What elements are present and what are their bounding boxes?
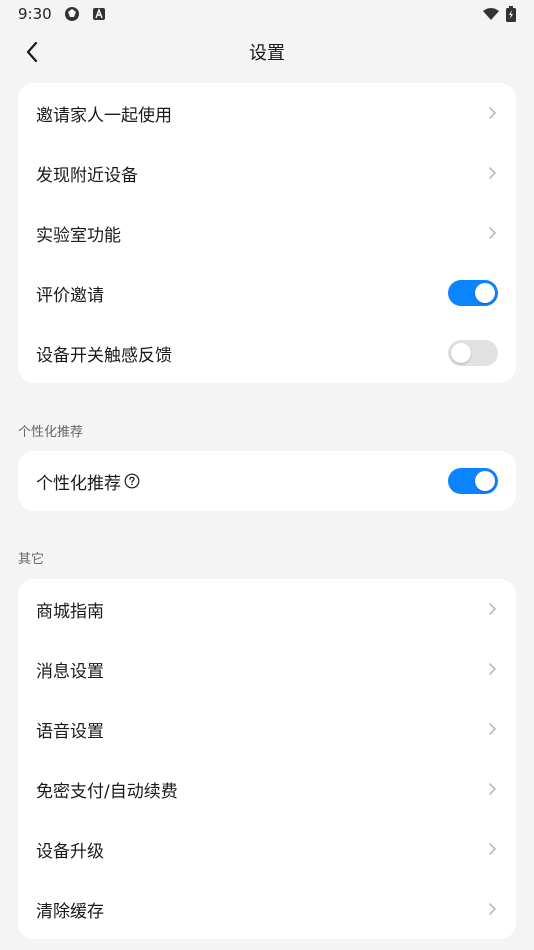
row-label: 消息设置 xyxy=(36,661,104,682)
settings-card-personalized: 个性化推荐 xyxy=(18,451,516,511)
help-icon[interactable] xyxy=(124,473,140,489)
personalized-recommend-row: 个性化推荐 xyxy=(18,451,516,511)
password-free-payment-row[interactable]: 免密支付/自动续费 xyxy=(18,759,516,819)
row-label-text: 个性化推荐 xyxy=(36,473,121,494)
toggle-knob xyxy=(475,471,495,491)
status-bar: 9:30 xyxy=(0,0,534,28)
clear-cache-row[interactable]: 清除缓存 xyxy=(18,879,516,939)
chevron-right-icon xyxy=(489,663,497,675)
vpn-icon xyxy=(64,7,79,21)
chevron-right-icon xyxy=(489,723,497,735)
row-label: 设备升级 xyxy=(36,841,104,862)
voice-settings-row[interactable]: 语音设置 xyxy=(18,699,516,759)
row-label: 设备开关触感反馈 xyxy=(36,345,172,366)
mall-guide-row[interactable]: 商城指南 xyxy=(18,579,516,639)
app-bar: 设置 xyxy=(0,28,534,76)
row-label: 免密支付/自动续费 xyxy=(36,781,178,802)
row-label: 个性化推荐 xyxy=(36,469,140,494)
discover-devices-row[interactable]: 发现附近设备 xyxy=(18,143,516,203)
personalized-recommend-toggle[interactable] xyxy=(448,468,498,494)
row-label: 邀请家人一起使用 xyxy=(36,105,172,126)
page-title: 设置 xyxy=(249,43,285,64)
chevron-right-icon xyxy=(489,227,497,239)
chevron-right-icon xyxy=(489,783,497,795)
chevron-right-icon xyxy=(489,843,497,855)
section-header-other: 其它 xyxy=(18,552,45,567)
haptic-feedback-toggle[interactable] xyxy=(448,340,498,366)
settings-card-other: 商城指南 消息设置 语音设置 免密支付/自动续费 设备升级 清除缓存 xyxy=(18,579,516,939)
wifi-icon xyxy=(483,8,499,20)
back-button[interactable] xyxy=(18,38,46,66)
chevron-left-icon xyxy=(26,41,38,63)
row-label: 商城指南 xyxy=(36,601,104,622)
row-label: 发现附近设备 xyxy=(36,165,138,186)
chevron-right-icon xyxy=(489,603,497,615)
battery-icon xyxy=(506,6,516,22)
message-settings-row[interactable]: 消息设置 xyxy=(18,639,516,699)
invite-family-row[interactable]: 邀请家人一起使用 xyxy=(18,83,516,143)
row-label: 评价邀请 xyxy=(36,285,104,306)
rating-invite-toggle[interactable] xyxy=(448,280,498,306)
toggle-knob xyxy=(451,343,471,363)
device-upgrade-row[interactable]: 设备升级 xyxy=(18,819,516,879)
chevron-right-icon xyxy=(489,167,497,179)
status-time: 9:30 xyxy=(18,5,52,23)
lab-features-row[interactable]: 实验室功能 xyxy=(18,203,516,263)
chevron-right-icon xyxy=(489,107,497,119)
toggle-knob xyxy=(475,283,495,303)
row-label: 语音设置 xyxy=(36,721,104,742)
chevron-right-icon xyxy=(489,903,497,915)
settings-card-main: 邀请家人一起使用 发现附近设备 实验室功能 评价邀请 设备开关触感反馈 xyxy=(18,83,516,383)
haptic-feedback-row: 设备开关触感反馈 xyxy=(18,323,516,383)
rating-invite-row: 评价邀请 xyxy=(18,263,516,323)
section-header-personalized: 个性化推荐 xyxy=(18,425,84,440)
row-label: 清除缓存 xyxy=(36,901,104,922)
row-label: 实验室功能 xyxy=(36,225,121,246)
notification-a-icon xyxy=(92,8,105,20)
